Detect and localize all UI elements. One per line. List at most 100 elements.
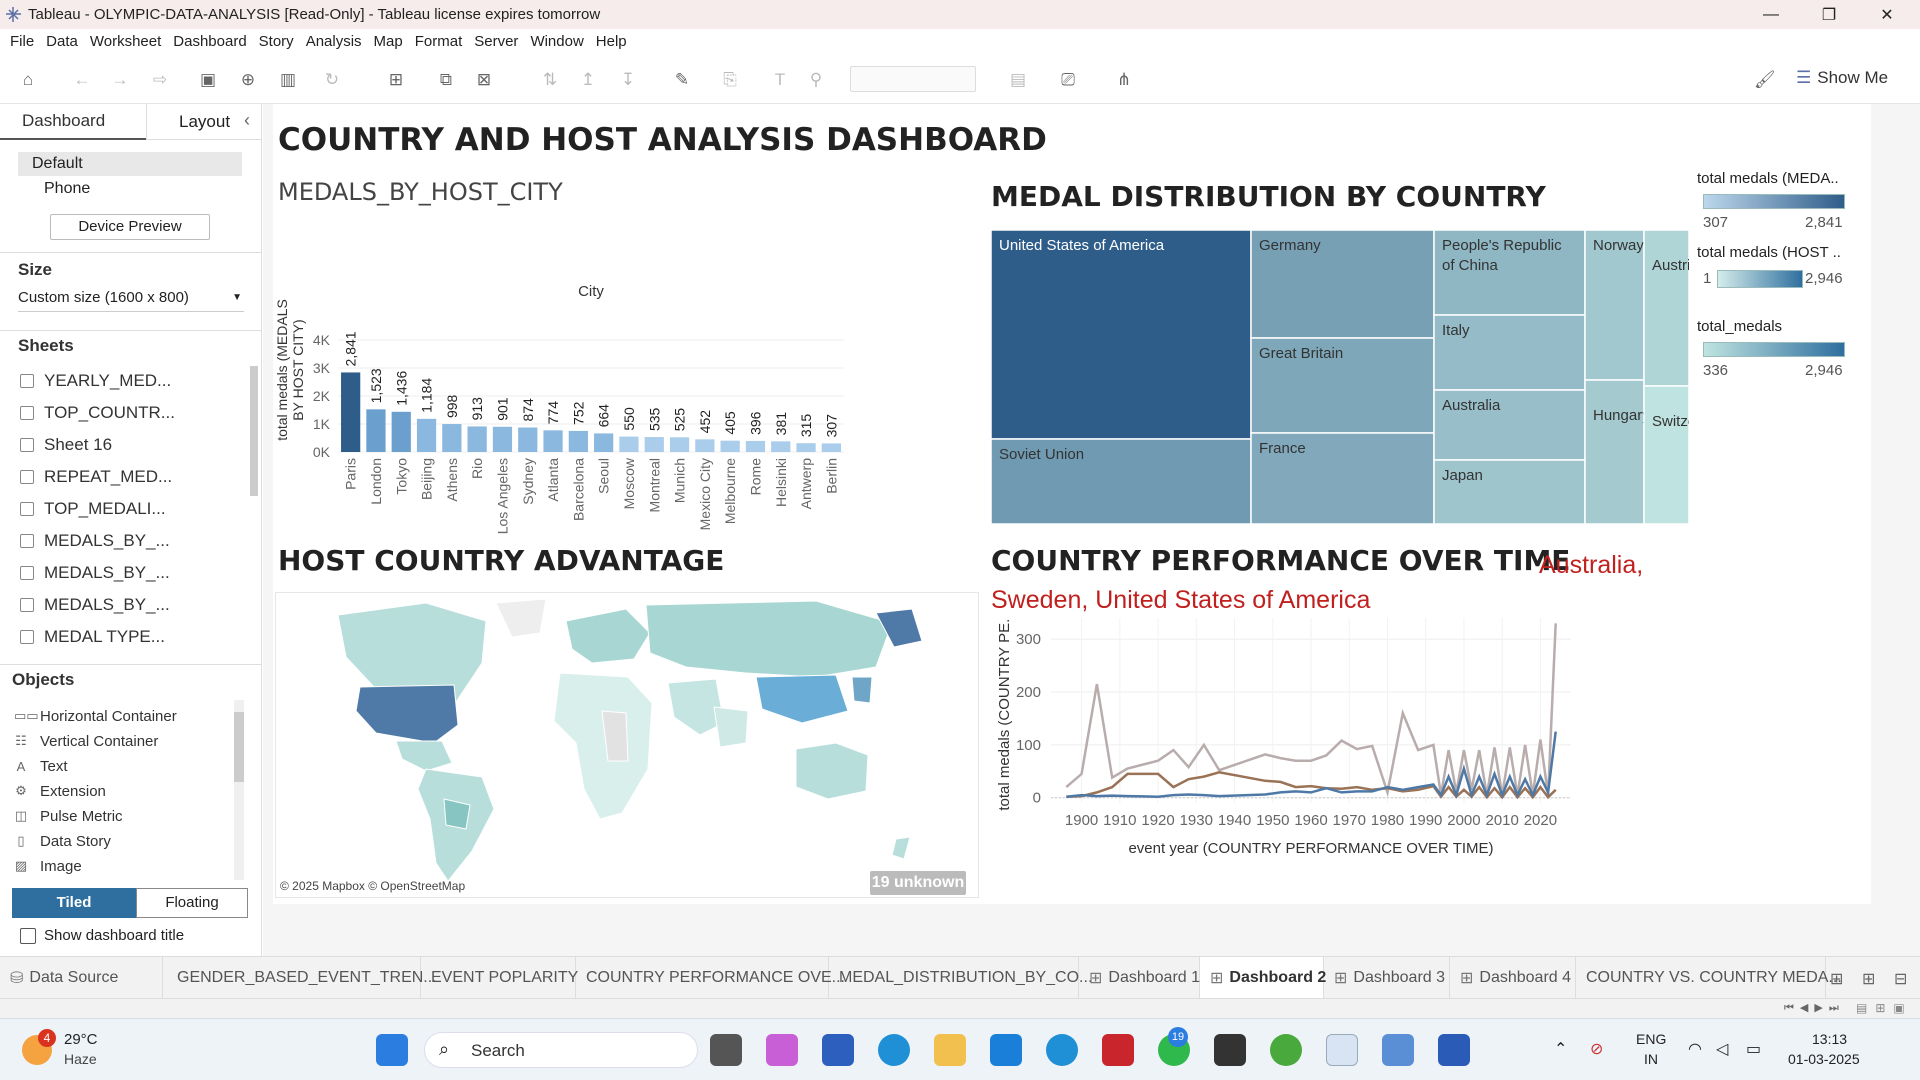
lang-primary[interactable]: ENG	[1636, 1031, 1666, 1047]
volume-icon[interactable]: ◁	[1716, 1039, 1728, 1059]
sort-ascending-icon[interactable]: ↥	[578, 70, 598, 90]
duplicate-icon[interactable]: ⧉	[436, 70, 456, 90]
replay-icon[interactable]: ⇨	[150, 70, 170, 90]
refresh-icon[interactable]: ↻	[322, 70, 342, 90]
close-button[interactable]: ✕	[1858, 0, 1916, 29]
copilot-icon[interactable]	[766, 1034, 798, 1066]
tab-dashboard-3[interactable]: ⊞ Dashboard 3	[1324, 957, 1450, 999]
sheets-scrollbar[interactable]	[250, 366, 258, 496]
tab-country-vs-country[interactable]: COUNTRY VS. COUNTRY MEDA...	[1576, 957, 1842, 999]
redo-icon[interactable]: →	[110, 70, 130, 90]
home-icon[interactable]: ⌂	[18, 70, 38, 90]
device-phone[interactable]: Phone	[44, 180, 90, 198]
object-data-story[interactable]: ▯ Data Story	[14, 829, 110, 853]
task-view-icon[interactable]	[710, 1034, 742, 1066]
restore-button[interactable]: ❐	[1800, 0, 1858, 29]
tiled-button[interactable]: Tiled	[12, 888, 136, 918]
show-cards-icon[interactable]: ▤	[1008, 70, 1028, 90]
objects-scroll-thumb[interactable]	[234, 712, 244, 782]
mysql-workbench-icon[interactable]	[990, 1034, 1022, 1066]
menu-format[interactable]: Format	[415, 33, 463, 50]
size-dropdown[interactable]: Custom size (1600 x 800) ▼	[18, 286, 244, 312]
sheet-item[interactable]: TOP_COUNTR...	[20, 398, 175, 428]
device-default[interactable]: Default	[18, 152, 242, 176]
new-dashboard-tab-icon[interactable]: ⊞	[1862, 969, 1875, 989]
tab-gender-based-event[interactable]: GENDER_BASED_EVENT_TREN...	[167, 957, 437, 999]
new-story-tab-icon[interactable]: ⊟	[1894, 969, 1907, 989]
chevron-up-icon[interactable]: ⌃	[1554, 1039, 1567, 1059]
lang-secondary[interactable]: IN	[1644, 1051, 1658, 1067]
help-icon[interactable]	[1046, 1034, 1078, 1066]
menu-server[interactable]: Server	[474, 33, 518, 50]
object-horizontal-container[interactable]: ▭▭ Horizontal Container	[14, 704, 177, 728]
tab-data-source[interactable]: ⛁ Data Source	[0, 957, 163, 999]
word-icon[interactable]	[1438, 1034, 1470, 1066]
object-pulse-metric[interactable]: ◫ Pulse Metric	[14, 804, 123, 828]
highlight-icon[interactable]: ✎	[672, 70, 692, 90]
pause-updates-icon[interactable]: ▥	[278, 70, 298, 90]
menu-data[interactable]: Data	[46, 33, 78, 50]
sheet-item[interactable]: YEARLY_MED...	[20, 366, 171, 396]
sheet-item[interactable]: MEDALS_BY_...	[20, 526, 170, 556]
new-data-source-icon[interactable]: ⊕	[238, 70, 258, 90]
battery-icon[interactable]: ▭	[1746, 1039, 1761, 1059]
terminal-icon[interactable]	[1214, 1034, 1246, 1066]
objects-scrollbar[interactable]	[234, 700, 244, 880]
wifi-icon[interactable]: ◠	[1688, 1039, 1702, 1059]
tab-country-performance[interactable]: COUNTRY PERFORMANCE OVE...	[576, 957, 845, 999]
store-icon[interactable]	[822, 1034, 854, 1066]
menu-analysis[interactable]: Analysis	[306, 33, 362, 50]
menu-dashboard[interactable]: Dashboard	[173, 33, 246, 50]
sort-descending-icon[interactable]: ↧	[618, 70, 638, 90]
tab-dashboard-4[interactable]: ⊞ Dashboard 4	[1450, 957, 1576, 999]
object-text[interactable]: A Text	[14, 754, 68, 778]
tab-medal-distribution[interactable]: MEDAL_DISTRIBUTION_BY_CO...	[829, 957, 1092, 999]
security-tray-icon[interactable]: ⊘	[1590, 1039, 1603, 1059]
tab-dashboard-2[interactable]: ⊞ Dashboard 2	[1200, 957, 1326, 999]
menu-map[interactable]: Map	[374, 33, 403, 50]
save-icon[interactable]: ▣	[198, 70, 218, 90]
start-icon[interactable]	[376, 1034, 408, 1066]
clear-sheet-icon[interactable]: ⊠	[474, 70, 494, 90]
tab-dashboard[interactable]: Dashboard	[0, 104, 146, 140]
menu-worksheet[interactable]: Worksheet	[90, 33, 161, 50]
device-preview-button[interactable]: Device Preview	[50, 214, 210, 240]
mcafee-icon[interactable]	[1102, 1034, 1134, 1066]
new-worksheet-icon[interactable]: ⊞	[386, 70, 406, 90]
tableau-taskbar-icon[interactable]	[1326, 1034, 1358, 1066]
tab-event-popularity[interactable]: EVENT POPLARITY	[421, 957, 578, 999]
new-worksheet-tab-icon[interactable]: ⊞	[1830, 969, 1843, 989]
view-mode-icons[interactable]: ▤⊞▣	[1856, 1001, 1913, 1015]
sheet-item[interactable]: MEDALS_BY_...	[20, 558, 170, 588]
menu-window[interactable]: Window	[530, 33, 583, 50]
clock-time[interactable]: 13:13	[1812, 1031, 1847, 1047]
object-image[interactable]: ▨ Image	[14, 854, 82, 878]
pin-icon[interactable]: ⚲	[806, 70, 826, 90]
tab-navigation-icons[interactable]: ⏮◀▶⏭	[1784, 1001, 1845, 1015]
undo-icon[interactable]: ←	[72, 70, 92, 90]
share-icon[interactable]: ⋔	[1114, 70, 1134, 90]
group-icon[interactable]: ⎘	[720, 70, 740, 90]
sheet-item[interactable]: REPEAT_MED...	[20, 462, 172, 492]
sheet-item[interactable]: Sheet 16	[20, 430, 112, 460]
file-explorer-icon[interactable]	[934, 1034, 966, 1066]
object-extension[interactable]: ⚙ Extension	[14, 779, 106, 803]
show-title-checkbox[interactable]	[20, 928, 36, 944]
menu-story[interactable]: Story	[259, 33, 294, 50]
media-player-icon[interactable]	[1382, 1034, 1414, 1066]
menu-help[interactable]: Help	[596, 33, 627, 50]
sheet-item[interactable]: MEDALS_BY_...	[20, 590, 170, 620]
minimize-button[interactable]: —	[1742, 0, 1800, 29]
edge-icon[interactable]	[878, 1034, 910, 1066]
sheet-item[interactable]: MEDAL TYPE...	[20, 622, 165, 652]
fit-dropdown[interactable]	[850, 66, 976, 92]
presentation-mode-icon[interactable]: ⎚	[1058, 70, 1078, 90]
show-me-button[interactable]: ☰ Show Me	[1796, 68, 1888, 88]
menu-file[interactable]: File	[10, 33, 34, 50]
unknown-indicator[interactable]: 19 unknown	[870, 871, 966, 895]
paint-format-icon[interactable]: 🖌	[1754, 70, 1776, 90]
object-vertical-container[interactable]: ☷ Vertical Container	[14, 729, 158, 753]
host-country-map[interactable]: © 2025 Mapbox © OpenStreetMap 19 unknown	[275, 592, 979, 898]
tab-dashboard-1[interactable]: ⊞ Dashboard 1	[1079, 957, 1200, 999]
search-box[interactable]: ⌕ Search	[424, 1032, 698, 1068]
